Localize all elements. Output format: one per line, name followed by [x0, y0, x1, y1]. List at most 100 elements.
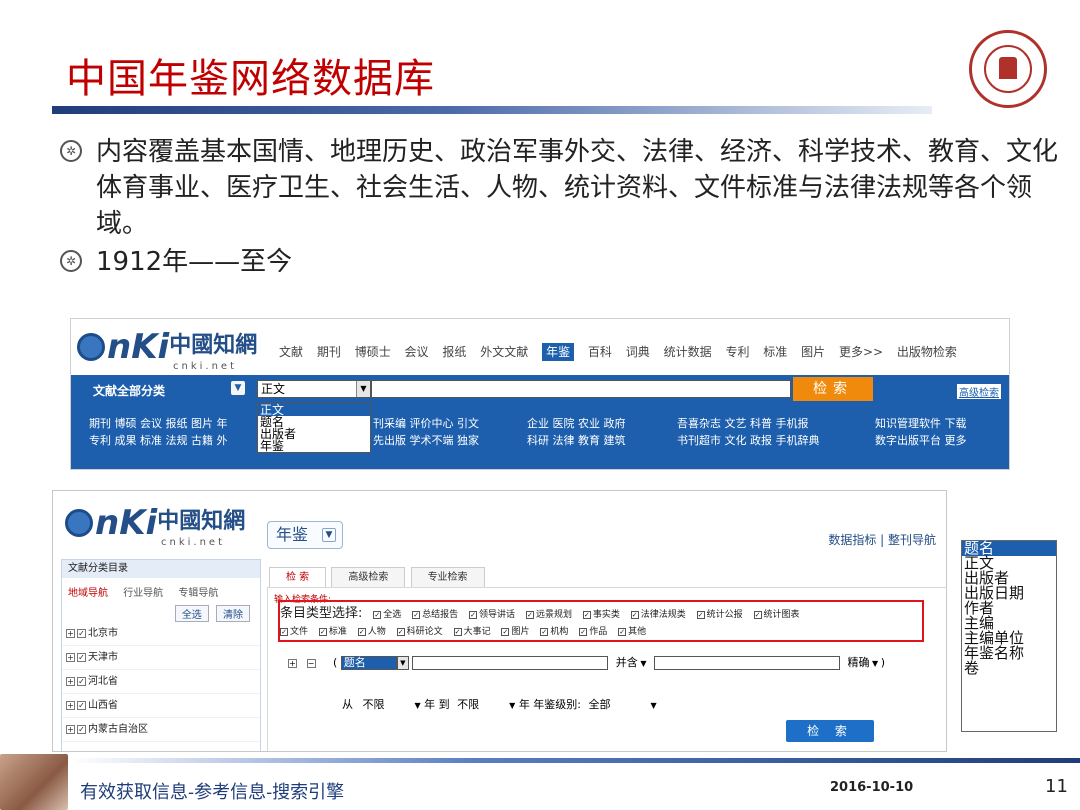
listbox-option[interactable]: 卷: [962, 661, 1056, 676]
checkbox-icon[interactable]: ✓: [373, 611, 382, 619]
checkbox-icon[interactable]: ✓: [630, 611, 639, 619]
nav-item[interactable]: 词典: [626, 345, 650, 359]
query-field-select[interactable]: 题名: [340, 656, 397, 670]
year-to-select[interactable]: 不限: [457, 698, 479, 711]
checkbox-icon[interactable]: ✓: [396, 628, 405, 636]
nav-item-yearbook[interactable]: 年鉴: [542, 343, 575, 361]
link-group[interactable]: 知识管理软件 下载 数字出版平台 更多: [875, 415, 967, 449]
bullet-icon: ✲: [60, 250, 82, 272]
nav-item[interactable]: 会议: [405, 345, 429, 359]
database-nav: 文献 期刊 博硕士 会议 报纸 外文文献 年鉴 百科 词典 统计数据 专利 标准…: [279, 343, 967, 361]
year-level-select[interactable]: 全部: [589, 698, 611, 711]
year-from-select[interactable]: 不限: [363, 698, 385, 711]
tab-search[interactable]: 检 索: [269, 567, 327, 587]
bullet-icon: ✲: [60, 140, 82, 162]
link-group[interactable]: 刊采编 评价中心 引文 先出版 学术不端 独家: [373, 415, 479, 449]
university-seal-logo: [969, 30, 1047, 108]
region-item[interactable]: + ✓ 内蒙古自治区: [62, 718, 260, 742]
dropdown-arrow-icon[interactable]: ▼: [396, 656, 409, 670]
nav-item[interactable]: 更多>>: [839, 345, 883, 359]
database-selector[interactable]: 年鉴 ▼: [267, 521, 343, 549]
tab-region-nav[interactable]: 地域导航: [68, 588, 108, 599]
category-sidebar: 文献分类目录 地域导航 行业导航 专辑导航 全选 清除 + ✓ 北京市 + ✓ 天津市 …: [61, 559, 261, 751]
link-group[interactable]: 吾喜杂志 文艺 科普 手机报 书刊超市 文化 政报 手机辞典: [677, 415, 820, 449]
cnki-logo[interactable]: nKi中國知網 cnki.net: [77, 327, 257, 372]
nav-item[interactable]: 百科: [588, 345, 612, 359]
globe-icon: [65, 509, 93, 537]
nav-item[interactable]: 出版物检索: [897, 345, 957, 359]
checkbox-icon[interactable]: ✓: [582, 611, 591, 619]
chevron-down-icon[interactable]: ▼: [231, 381, 245, 395]
region-item[interactable]: + ✓ 河北省: [62, 670, 260, 694]
nav-item[interactable]: 外文文献: [480, 345, 528, 359]
checkbox-icon[interactable]: ✓: [525, 611, 534, 619]
nav-item[interactable]: 博硕士: [355, 345, 391, 359]
nav-item[interactable]: 文献: [279, 345, 303, 359]
checkbox-icon[interactable]: ✓: [357, 628, 366, 636]
sidebar-buttons: 全选 清除: [62, 605, 260, 622]
cnki-logo[interactable]: nKi中國知網 cnki.net: [65, 503, 245, 548]
checkbox-icon[interactable]: ✓: [453, 628, 462, 636]
entry-type-row: ✓ 文件 ✓ 标准 ✓ 人物 ✓ 科研论文 ✓ 大事记 ✓ 图片 ✓ 机构 ✓ 作品 ✓ 其他: [280, 627, 647, 637]
field-select[interactable]: 正文 ▼: [257, 380, 371, 398]
dropdown-arrow-icon[interactable]: ▼: [356, 381, 370, 397]
remove-row-icon[interactable]: −: [306, 659, 316, 668]
link-group[interactable]: 期刊 博硕 会议 报纸 图片 年专利 成果 标准 法规 古籍 外: [89, 415, 227, 449]
checkbox-icon: ✓: [77, 653, 86, 662]
checkbox-icon[interactable]: ✓: [579, 628, 588, 636]
match-select[interactable]: 精确: [848, 656, 870, 669]
checkbox-icon: ✓: [77, 701, 86, 710]
field-listbox: 题名 正文 出版者 出版日期 作者 主编 主编单位 年鉴名称 卷: [961, 540, 1057, 732]
expand-icon: +: [66, 725, 75, 734]
checkbox-icon[interactable]: ✓: [753, 611, 762, 619]
checkbox-icon: ✓: [77, 725, 86, 734]
region-item[interactable]: + ✓ 山西省: [62, 694, 260, 718]
checkbox-icon: ✓: [77, 629, 86, 638]
region-item[interactable]: + ✓ 天津市: [62, 646, 260, 670]
dropdown-option[interactable]: 年鉴: [258, 440, 370, 452]
footer-date: 2016-10-10: [830, 780, 914, 795]
checkbox-icon[interactable]: ✓: [501, 628, 510, 636]
add-row-icon[interactable]: +: [288, 659, 297, 668]
keyword-input[interactable]: [371, 380, 791, 398]
region-item[interactable]: + ✓ 北京市: [62, 622, 260, 646]
chevron-down-icon[interactable]: ▼: [322, 528, 336, 542]
search-button[interactable]: 检 索: [786, 720, 874, 742]
clear-button[interactable]: 清除: [216, 605, 250, 622]
checkbox-icon[interactable]: ✓: [469, 611, 478, 619]
checkbox-icon[interactable]: ✓: [412, 611, 421, 619]
nav-item[interactable]: 专利: [725, 345, 749, 359]
checkbox-icon[interactable]: ✓: [318, 628, 327, 636]
checkbox-icon[interactable]: ✓: [618, 628, 627, 636]
checkbox-icon[interactable]: ✓: [280, 628, 288, 636]
nav-item[interactable]: 统计数据: [664, 345, 712, 359]
checkbox-icon[interactable]: ✓: [696, 611, 705, 619]
nav-item[interactable]: 报纸: [442, 345, 466, 359]
nav-item[interactable]: 图片: [801, 345, 825, 359]
checkbox-icon[interactable]: ✓: [540, 628, 549, 636]
link-group[interactable]: 企业 医院 农业 政府 科研 法律 教育 建筑: [527, 415, 626, 449]
all-category-label[interactable]: 文献全部分类: [93, 382, 165, 399]
field-dropdown-list: 正文 题名 出版者 年鉴: [257, 403, 371, 453]
campus-photo: [0, 754, 68, 810]
search-button[interactable]: 检索: [793, 377, 873, 401]
tab-album-nav[interactable]: 专辑导航: [178, 588, 218, 599]
entry-type-label: 条目类型选择:: [280, 606, 363, 621]
select-all-button[interactable]: 全选: [174, 605, 209, 622]
logic-select[interactable]: 并含: [616, 656, 638, 669]
advanced-search-link[interactable]: 高级检索: [957, 384, 1001, 399]
tab-expert-search[interactable]: 专业检索: [410, 567, 485, 587]
query-input[interactable]: [412, 656, 609, 670]
nav-item[interactable]: 标准: [763, 345, 787, 359]
top-links[interactable]: 数据指标 | 整刊导航: [828, 531, 936, 548]
search-tabs: 检 索 高级检索 专业检索: [269, 567, 487, 587]
query-input-2[interactable]: [654, 656, 840, 670]
title-underline: [52, 106, 932, 114]
yearbook-search-screenshot: nKi中國知網 cnki.net 年鉴 ▼ 数据指标 | 整刊导航 文献分类目录…: [52, 490, 947, 752]
slide: 中国年鉴网络数据库 ✲ 内容覆盖基本国情、地理历史、政治军事外交、法律、经济、科…: [0, 0, 1080, 810]
bullet-text: 1912年——至今: [96, 247, 293, 277]
slide-title: 中国年鉴网络数据库: [66, 56, 435, 102]
tab-advanced-search[interactable]: 高级检索: [331, 567, 406, 587]
nav-item[interactable]: 期刊: [317, 345, 341, 359]
tab-industry-nav[interactable]: 行业导航: [123, 588, 163, 599]
